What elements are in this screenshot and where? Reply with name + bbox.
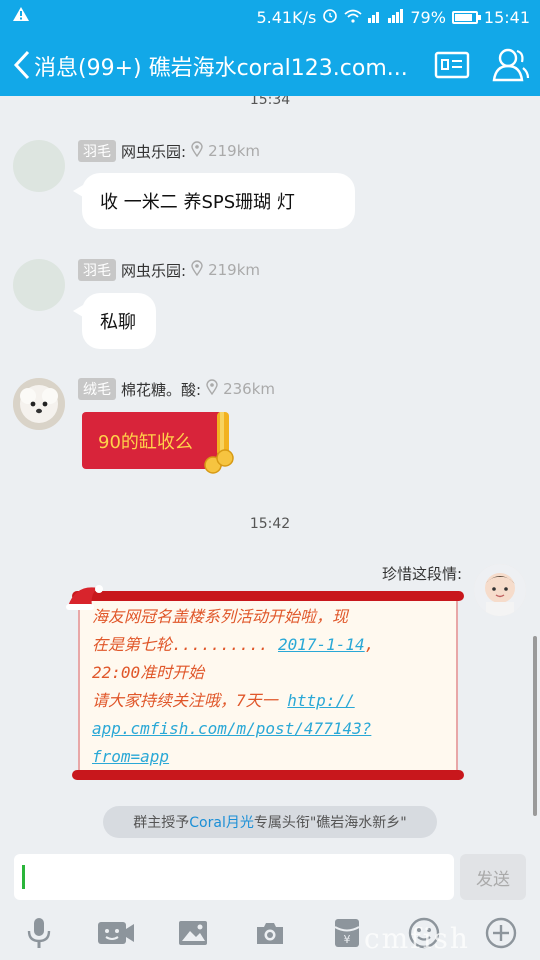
watermark: cmfish xyxy=(364,922,470,955)
sender-name[interactable]: 网虫乐园: xyxy=(121,260,186,281)
alarm-icon xyxy=(322,7,338,27)
sender-name[interactable]: 网虫乐园: xyxy=(121,141,186,162)
distance: 236km xyxy=(223,380,275,398)
url-link[interactable]: http:// xyxy=(287,691,354,710)
scroll-bottom-roll xyxy=(72,770,464,780)
sender-info: 绒毛 棉花糖。酸: 236km xyxy=(78,378,275,400)
location-icon xyxy=(191,141,203,161)
title-badge: 羽毛 xyxy=(78,140,116,162)
sender-info: 珍惜这段情: xyxy=(382,563,462,584)
scrollbar[interactable] xyxy=(533,636,537,816)
image-icon[interactable] xyxy=(171,911,215,955)
status-bar: 5.41K/s 79% 15:41 xyxy=(0,0,540,34)
timestamp: 15:34 xyxy=(249,96,291,108)
title-badge: 绒毛 xyxy=(78,378,116,400)
warning-icon xyxy=(12,6,30,26)
avatar[interactable] xyxy=(13,378,65,430)
wifi-icon xyxy=(344,8,362,27)
title-badge: 羽毛 xyxy=(78,259,116,281)
chat-title: 消息(99+) 礁岩海水coral123.com... xyxy=(34,56,408,81)
people-icon[interactable] xyxy=(490,44,530,84)
camera-icon[interactable] xyxy=(248,911,292,955)
chevron-left-icon[interactable] xyxy=(10,48,34,82)
red-packet-icon[interactable]: ¥ xyxy=(325,911,369,955)
member-link[interactable]: Coral月光 xyxy=(189,812,254,832)
timestamp: 15:42 xyxy=(249,516,291,532)
system-notice: 群主授予 Coral月光 专属头衔"礁岩海水新乡" xyxy=(103,806,437,838)
message-bubble[interactable]: 私聊 xyxy=(73,293,156,349)
send-button[interactable]: 发送 xyxy=(460,854,526,900)
video-icon[interactable] xyxy=(94,911,138,955)
sender-info: 羽毛 网虫乐园: 219km xyxy=(78,259,260,281)
input-bar: 发送 xyxy=(0,850,540,906)
text-caret xyxy=(22,865,25,889)
clock: 15:41 xyxy=(483,7,530,27)
svg-text:¥: ¥ xyxy=(344,933,351,946)
distance: 219km xyxy=(208,261,260,279)
avatar[interactable] xyxy=(13,259,65,311)
message-text: 90的缸收么 xyxy=(98,431,193,453)
message-bubble[interactable]: 收 一米二 养SPS珊瑚 灯 xyxy=(73,173,355,229)
signal-icon xyxy=(368,8,404,27)
avatar[interactable] xyxy=(13,140,65,192)
message-input[interactable] xyxy=(14,854,454,900)
battery-icon xyxy=(451,10,481,24)
sender-info: 羽毛 网虫乐园: 219km xyxy=(78,140,260,162)
message-bubble[interactable]: 90的缸收么 xyxy=(82,412,222,469)
message-text: 海友网冠名盖楼系列活动开始啦，现 在是第七轮.......... 2017-1-… xyxy=(92,607,375,766)
message-text: 私聊 xyxy=(100,312,136,333)
microphone-icon[interactable] xyxy=(17,911,61,955)
net-speed: 5.41K/s xyxy=(256,7,317,27)
id-card-icon[interactable] xyxy=(434,50,470,80)
location-icon xyxy=(191,260,203,280)
url-link[interactable]: app.cmfish.com/m/post/477143? xyxy=(92,719,371,738)
distance: 219km xyxy=(208,142,260,160)
avatar[interactable] xyxy=(474,564,526,616)
sender-name[interactable]: 珍惜这段情: xyxy=(382,563,462,584)
url-link[interactable]: from=app xyxy=(92,747,169,766)
sender-name[interactable]: 棉花糖。酸: xyxy=(121,379,201,400)
message-list[interactable]: 15:34 羽毛 网虫乐园: 219km 收 一米二 养SPS珊瑚 灯 羽毛 网… xyxy=(0,96,540,850)
plus-icon[interactable] xyxy=(479,911,523,955)
battery-percent: 79% xyxy=(410,7,446,27)
title-bar: 消息(99+) 礁岩海水coral123.com... xyxy=(0,34,540,96)
date-link[interactable]: 2017-1-14 xyxy=(278,635,365,654)
location-icon xyxy=(206,379,218,399)
scroll-top-roll xyxy=(72,591,464,601)
coin-scroll-icon xyxy=(202,410,238,480)
message-text: 收 一米二 养SPS珊瑚 灯 xyxy=(100,192,295,213)
